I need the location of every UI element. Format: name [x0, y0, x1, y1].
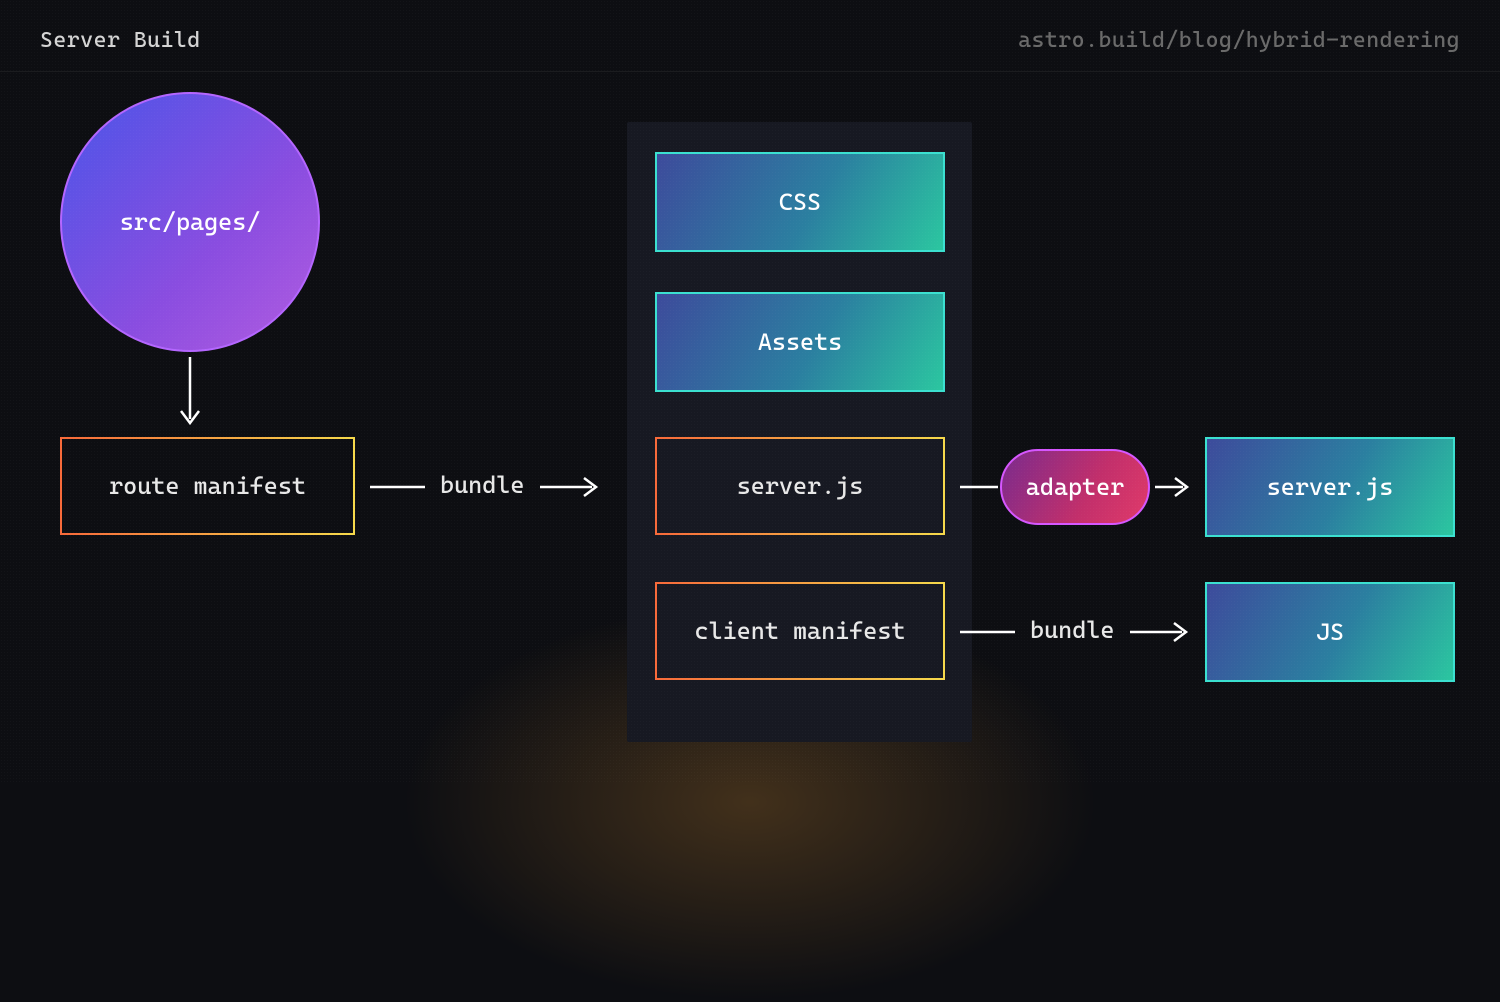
- node-client-manifest: client manifest: [655, 582, 945, 680]
- diagram-canvas: src/pages/ route manifest bundle CSS Ass…: [0, 72, 1500, 776]
- arrow-right-icon: [1155, 485, 1195, 489]
- label-bundle-2: bundle: [1030, 616, 1114, 644]
- page-title: Server Build: [40, 28, 201, 53]
- node-route-manifest-label: route manifest: [109, 472, 306, 500]
- node-server-js-label: server.js: [737, 472, 864, 500]
- node-adapter-label: adapter: [1026, 473, 1124, 501]
- source-url: astro.build/blog/hybrid-rendering: [1018, 28, 1460, 53]
- arrow-right-icon: [370, 485, 425, 489]
- node-client-manifest-label: client manifest: [695, 617, 906, 645]
- node-js-out: JS: [1205, 582, 1455, 682]
- header: Server Build astro.build/blog/hybrid-ren…: [0, 0, 1500, 72]
- label-bundle-1: bundle: [440, 471, 524, 499]
- arrow-down-icon: [188, 357, 192, 432]
- node-server-js-out: server.js: [1205, 437, 1455, 537]
- node-assets-label: Assets: [758, 328, 842, 356]
- arrow-right-icon: [960, 630, 1015, 634]
- arrow-right-icon: [960, 485, 998, 489]
- node-js-out-label: JS: [1316, 618, 1344, 646]
- node-css-label: CSS: [779, 188, 821, 216]
- arrow-right-icon: [540, 485, 605, 489]
- node-adapter: adapter: [1000, 449, 1150, 525]
- node-route-manifest: route manifest: [60, 437, 355, 535]
- node-src-pages: src/pages/: [60, 92, 320, 352]
- node-css: CSS: [655, 152, 945, 252]
- node-server-js-out-label: server.js: [1267, 473, 1394, 501]
- node-src-pages-label: src/pages/: [120, 208, 261, 236]
- arrow-right-icon: [1130, 630, 1195, 634]
- node-assets: Assets: [655, 292, 945, 392]
- node-server-js: server.js: [655, 437, 945, 535]
